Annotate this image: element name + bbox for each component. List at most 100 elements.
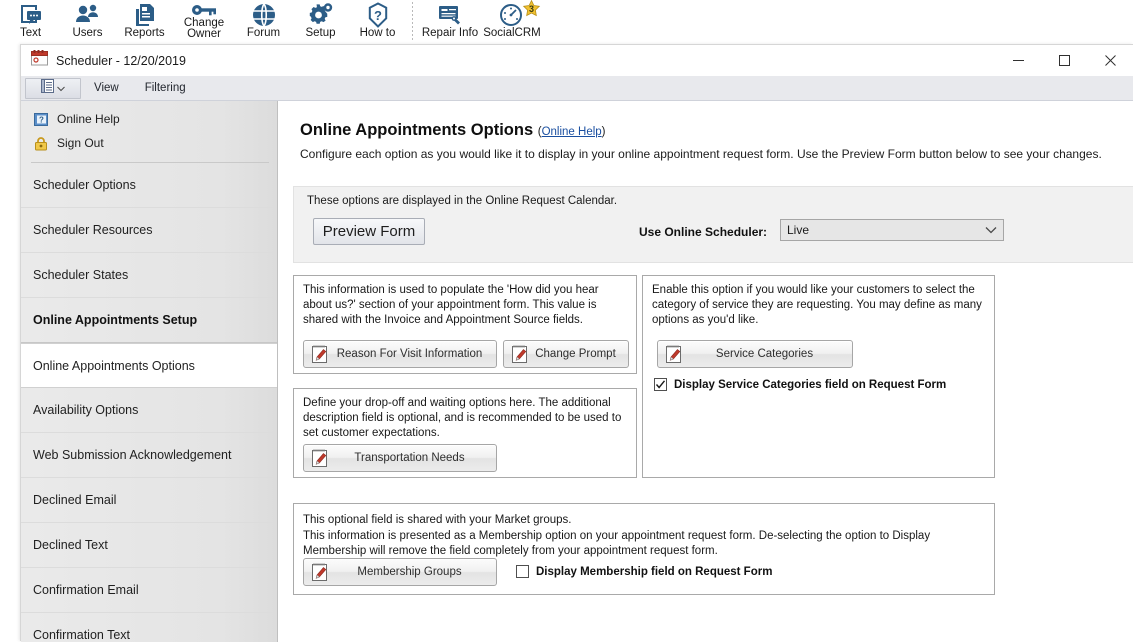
- sidebar-item-label: Confirmation Email: [33, 583, 139, 597]
- preview-form-button[interactable]: Preview Form: [313, 218, 425, 245]
- application-toolbar: Text Users Reports Change Owner Forum Se…: [0, 0, 1133, 46]
- button-label: Reason For Visit Information: [336, 348, 483, 360]
- minimize-button[interactable]: [995, 45, 1041, 76]
- sidebar-item-web-submission-acknowledgement[interactable]: Web Submission Acknowledgement: [21, 433, 277, 478]
- button-label: Transportation Needs: [354, 452, 465, 464]
- repair-info-icon: [419, 2, 481, 28]
- membership-groups-button[interactable]: Membership Groups: [303, 558, 497, 586]
- button-label: Service Categories: [715, 348, 814, 360]
- sidebar-item-confirmation-email[interactable]: Confirmation Email: [21, 568, 277, 613]
- svg-text:?: ?: [374, 8, 382, 23]
- online-help-link[interactable]: Online Help: [542, 126, 602, 138]
- toolbar-label: Repair Info: [421, 27, 479, 39]
- sidebar-item-label: Online Appointments Options: [33, 358, 195, 373]
- toolbar-button-text[interactable]: Text: [2, 0, 59, 46]
- page-help-link-group: (Online Help): [538, 126, 606, 138]
- sidebar-item-declined-email[interactable]: Declined Email: [21, 478, 277, 523]
- sidebar-item-confirmation-text[interactable]: Confirmation Text: [21, 613, 277, 642]
- button-label: Change Prompt: [535, 348, 616, 360]
- text-message-icon: [2, 2, 59, 28]
- sidebar-item-label: Scheduler Resources: [33, 223, 153, 237]
- sidebar-item-label: Online Appointments Setup: [33, 313, 198, 327]
- sidebar-link-online-help[interactable]: ? Online Help: [21, 107, 277, 131]
- sidebar-link-sign-out[interactable]: Sign Out: [21, 131, 277, 155]
- notepad-pencil-icon: [665, 344, 683, 364]
- tab-view[interactable]: View: [81, 78, 132, 99]
- transportation-needs-description: Define your drop-off and waiting options…: [303, 397, 622, 439]
- sidebar-item-label: Scheduler States: [33, 268, 129, 282]
- banner-text: These options are displayed in the Onlin…: [307, 195, 618, 207]
- toolbar-button-how-to[interactable]: ? How to: [349, 0, 406, 46]
- maximize-button[interactable]: [1041, 45, 1087, 76]
- sidebar-link-label: Sign Out: [57, 136, 104, 150]
- transportation-needs-button[interactable]: Transportation Needs: [303, 444, 497, 472]
- toolbar-button-reports[interactable]: Reports: [116, 0, 173, 46]
- sidebar-item-label: Declined Email: [33, 493, 117, 507]
- chevron-down-icon: [985, 223, 997, 237]
- toolbar-button-socialcrm[interactable]: 3 SocialCRM: [481, 0, 543, 46]
- toolbar-label: Text: [19, 27, 42, 39]
- sidebar-item-label: Web Submission Acknowledgement: [33, 448, 232, 462]
- scheduler-selected-value: Live: [787, 223, 810, 237]
- checkbox-label: Display Service Categories field on Requ…: [674, 378, 947, 391]
- ribbon-tab-strip: View Filtering: [21, 76, 1133, 101]
- socialcrm-badge: 3: [522, 0, 541, 18]
- notepad-pencil-icon: [311, 448, 329, 468]
- page-title: Online Appointments Options (Online Help…: [300, 121, 606, 140]
- reports-icon: [116, 2, 173, 28]
- sidebar: ? Online Help Sign Out Scheduler Options…: [21, 101, 278, 642]
- service-categories-button[interactable]: Service Categories: [657, 340, 853, 368]
- ribbon-menu-button[interactable]: [25, 77, 81, 99]
- sidebar-item-availability-options[interactable]: Availability Options: [21, 388, 277, 433]
- page-description: Configure each option as you would like …: [300, 147, 1102, 161]
- scheduler-window: Scheduler - 12/20/2019 View Filtering ? …: [20, 44, 1133, 642]
- toolbar-label: Users: [72, 27, 103, 39]
- sidebar-item-online-appointments-options[interactable]: Online Appointments Options: [21, 343, 277, 388]
- display-membership-checkbox-row[interactable]: Display Membership field on Request Form: [516, 565, 772, 578]
- title-bar-left: Scheduler - 12/20/2019: [21, 50, 186, 71]
- toolbar-button-forum[interactable]: Forum: [235, 0, 292, 46]
- list-menu-icon: [41, 78, 54, 98]
- content-pane: Online Appointments Options (Online Help…: [278, 101, 1133, 642]
- toolbar-label: Forum: [246, 27, 281, 39]
- toolbar-button-change-owner[interactable]: Change Owner: [173, 0, 235, 46]
- use-online-scheduler-select[interactable]: Live: [780, 219, 1004, 241]
- sidebar-item-scheduler-options[interactable]: Scheduler Options: [21, 163, 277, 208]
- users-icon: [59, 2, 116, 28]
- membership-description-line1: This optional field is shared with your …: [303, 514, 572, 526]
- sidebar-link-label: Online Help: [57, 112, 120, 126]
- tab-filtering[interactable]: Filtering: [132, 78, 199, 99]
- paren-close: ): [601, 126, 606, 138]
- button-label: Membership Groups: [357, 566, 462, 578]
- window-title: Scheduler - 12/20/2019: [56, 53, 186, 68]
- sidebar-item-label: Availability Options: [33, 403, 139, 417]
- change-prompt-button[interactable]: Change Prompt: [503, 340, 629, 368]
- toolbar-label: Setup: [305, 27, 336, 39]
- close-button[interactable]: [1087, 45, 1133, 76]
- calendar-icon: [31, 50, 48, 71]
- svg-text:?: ?: [39, 115, 44, 124]
- toolbar-label: Reports: [124, 27, 165, 39]
- toolbar-button-repair-info[interactable]: Repair Info: [419, 0, 481, 46]
- svg-text:3: 3: [529, 4, 534, 14]
- toolbar-button-setup[interactable]: Setup: [292, 0, 349, 46]
- window-controls: [995, 45, 1133, 76]
- reason-for-visit-information-button[interactable]: Reason For Visit Information: [303, 340, 497, 368]
- sidebar-item-label: Declined Text: [33, 538, 108, 552]
- service-categories-description: Enable this option if you would like you…: [652, 284, 982, 326]
- display-service-categories-checkbox[interactable]: [654, 378, 667, 391]
- membership-description: This optional field is shared with your …: [303, 511, 987, 559]
- sidebar-item-label: Confirmation Text: [33, 628, 131, 642]
- reason-for-visit-description: This information is used to populate the…: [303, 284, 599, 326]
- toolbar-label: SocialCRM: [483, 27, 541, 39]
- sidebar-item-scheduler-states[interactable]: Scheduler States: [21, 253, 277, 298]
- toolbar-button-users[interactable]: Users: [59, 0, 116, 46]
- display-membership-checkbox[interactable]: [516, 565, 529, 578]
- transportation-needs-panel: Define your drop-off and waiting options…: [293, 388, 637, 478]
- gear-icon: [292, 2, 349, 28]
- sidebar-section-online-appointments-setup: Online Appointments Setup: [21, 298, 277, 343]
- sidebar-item-scheduler-resources[interactable]: Scheduler Resources: [21, 208, 277, 253]
- page-title-text: Online Appointments Options: [300, 121, 534, 139]
- sidebar-item-declined-text[interactable]: Declined Text: [21, 523, 277, 568]
- display-service-categories-checkbox-row[interactable]: Display Service Categories field on Requ…: [654, 378, 946, 391]
